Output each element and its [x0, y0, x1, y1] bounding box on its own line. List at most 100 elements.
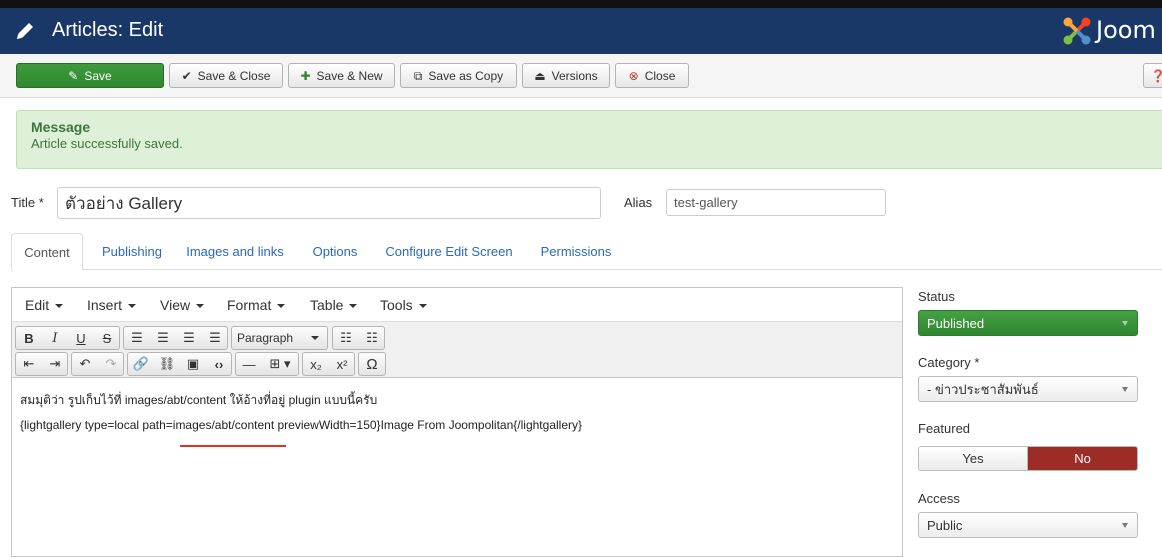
- align-right-icon[interactable]: ☰: [176, 327, 202, 349]
- help-button[interactable]: ❓: [1143, 63, 1162, 88]
- align-group: ☰ ☰ ☰ ☰: [123, 326, 228, 350]
- save-button[interactable]: ✎ Save: [16, 63, 164, 88]
- caret-down-icon: [196, 304, 205, 309]
- format-group: B I U S: [15, 326, 120, 350]
- title-label: Title *: [11, 195, 44, 210]
- tab-options[interactable]: Options: [306, 233, 364, 270]
- align-justify-icon[interactable]: ☰: [202, 327, 228, 349]
- bold-icon[interactable]: B: [16, 327, 42, 349]
- edit-icon: ✎: [68, 68, 79, 83]
- tab-publishing[interactable]: Publishing: [91, 233, 173, 270]
- check-icon: ✔: [181, 68, 192, 83]
- joomla-mark-icon: [1063, 17, 1091, 45]
- help-icon: ❓: [1150, 68, 1162, 83]
- table-icon[interactable]: ⊞ ▾: [262, 353, 298, 375]
- strikethrough-icon[interactable]: S: [94, 327, 120, 349]
- tab-permissions[interactable]: Permissions: [536, 233, 616, 270]
- tab-bar: Content Publishing Images and links Opti…: [11, 233, 1162, 271]
- featured-toggle: Yes No: [918, 446, 1138, 471]
- status-select[interactable]: Published: [918, 310, 1138, 336]
- caret-down-icon: [277, 304, 286, 309]
- tab-content[interactable]: Content: [11, 233, 83, 271]
- archive-icon: ⏏: [534, 68, 546, 83]
- caret-down-icon: [1122, 387, 1128, 392]
- plus-icon: ✚: [300, 68, 311, 83]
- menu-view[interactable]: View: [160, 297, 205, 313]
- copy-icon: ⧉: [413, 68, 423, 83]
- featured-yes-button[interactable]: Yes: [919, 447, 1028, 470]
- save-new-button[interactable]: ✚ Save & New: [288, 63, 395, 88]
- caret-down-icon: [418, 304, 427, 309]
- omega-icon[interactable]: Ω: [359, 353, 385, 375]
- editor-toolbar: B I U S ☰ ☰ ☰ ☰ Paragraph ☷ ☷ ⇤ ⇥ ↶ ↷ 🔗 …: [12, 321, 902, 378]
- header-bar: Articles: Edit Joom: [0, 8, 1162, 54]
- menu-format[interactable]: Format: [227, 297, 286, 313]
- alias-label: Alias: [624, 195, 653, 210]
- superscript-icon[interactable]: x²: [329, 353, 355, 375]
- redo-icon[interactable]: ↷: [98, 353, 124, 375]
- message-text: Article successfully saved.: [31, 136, 183, 151]
- joomla-logo: Joom: [1062, 14, 1162, 48]
- indent-icon[interactable]: ⇥: [42, 353, 68, 375]
- message-heading: Message: [31, 119, 91, 135]
- script-group: x₂ x²: [302, 352, 355, 376]
- insert-group: 🔗 ⛓ ▣ ‹›: [127, 352, 232, 376]
- code-icon[interactable]: ‹›: [206, 353, 232, 375]
- caret-down-icon: [1122, 523, 1128, 528]
- featured-no-button[interactable]: No: [1028, 447, 1137, 470]
- editor-line-1[interactable]: สมมุติว่า รูปเก็บไว้ที่ images/abt/conte…: [20, 391, 377, 410]
- menu-table[interactable]: Table: [310, 297, 358, 313]
- italic-icon[interactable]: I: [42, 327, 68, 349]
- path-underline: [180, 445, 286, 447]
- featured-label: Featured: [918, 421, 971, 436]
- caret-down-icon: [311, 336, 319, 340]
- toolbar: ✎ Save ✔ Save & Close ✚ Save & New ⧉ Sav…: [0, 54, 1162, 98]
- editor-menubar: Edit Insert View Format Table Tools: [12, 288, 902, 321]
- caret-down-icon: [1122, 321, 1128, 326]
- menu-insert[interactable]: Insert: [87, 297, 137, 313]
- outdent-icon[interactable]: ⇤: [16, 353, 42, 375]
- alias-input[interactable]: test-gallery: [666, 189, 886, 216]
- status-label: Status: [918, 289, 955, 304]
- image-icon[interactable]: ▣: [180, 353, 206, 375]
- top-strip: [0, 0, 1162, 8]
- history-group: ↶ ↷: [71, 352, 124, 376]
- indent-group: ⇤ ⇥: [15, 352, 68, 376]
- page-title: Articles: Edit: [52, 19, 164, 41]
- align-left-icon[interactable]: ☰: [124, 327, 150, 349]
- menu-tools[interactable]: Tools: [380, 297, 427, 313]
- rich-text-editor: Edit Insert View Format Table Tools B I …: [11, 287, 903, 557]
- unlink-icon[interactable]: ⛓: [154, 353, 180, 375]
- title-input[interactable]: ตัวอย่าง Gallery: [57, 187, 601, 219]
- undo-icon[interactable]: ↶: [72, 353, 98, 375]
- numbered-list-icon[interactable]: ☷: [359, 327, 385, 349]
- logo-text: Joom: [1096, 16, 1156, 44]
- caret-down-icon: [349, 304, 358, 309]
- paragraph-select[interactable]: Paragraph: [231, 326, 328, 350]
- bullet-list-icon[interactable]: ☷: [333, 327, 359, 349]
- hr-table-group: — ⊞ ▾: [235, 352, 299, 376]
- category-select[interactable]: - ข่าวประชาสัมพันธ์: [918, 376, 1138, 402]
- underline-icon[interactable]: U: [68, 327, 94, 349]
- message-alert: Message Article successfully saved.: [16, 110, 1162, 169]
- pencil-icon: [17, 23, 33, 39]
- caret-down-icon: [128, 304, 137, 309]
- versions-button[interactable]: ⏏ Versions: [522, 63, 610, 88]
- tab-configure-edit-screen[interactable]: Configure Edit Screen: [383, 233, 515, 270]
- tab-images-links[interactable]: Images and links: [181, 233, 289, 270]
- list-group: ☷ ☷: [332, 326, 385, 350]
- save-copy-button[interactable]: ⧉ Save as Copy: [400, 63, 517, 88]
- access-select[interactable]: Public: [918, 512, 1138, 538]
- access-label: Access: [918, 491, 960, 506]
- menu-edit[interactable]: Edit: [25, 297, 64, 313]
- save-close-button[interactable]: ✔ Save & Close: [169, 63, 283, 88]
- subscript-icon[interactable]: x₂: [303, 353, 329, 375]
- category-label: Category *: [918, 355, 980, 370]
- horizontal-rule-icon[interactable]: —: [236, 353, 262, 375]
- link-icon[interactable]: 🔗: [128, 353, 154, 375]
- caret-down-icon: [55, 304, 64, 309]
- close-button[interactable]: ⊗ Close: [615, 63, 689, 88]
- editor-line-2[interactable]: {lightgallery type=local path=images/abt…: [20, 418, 582, 432]
- align-center-icon[interactable]: ☰: [150, 327, 176, 349]
- special-char-group: Ω: [358, 352, 386, 376]
